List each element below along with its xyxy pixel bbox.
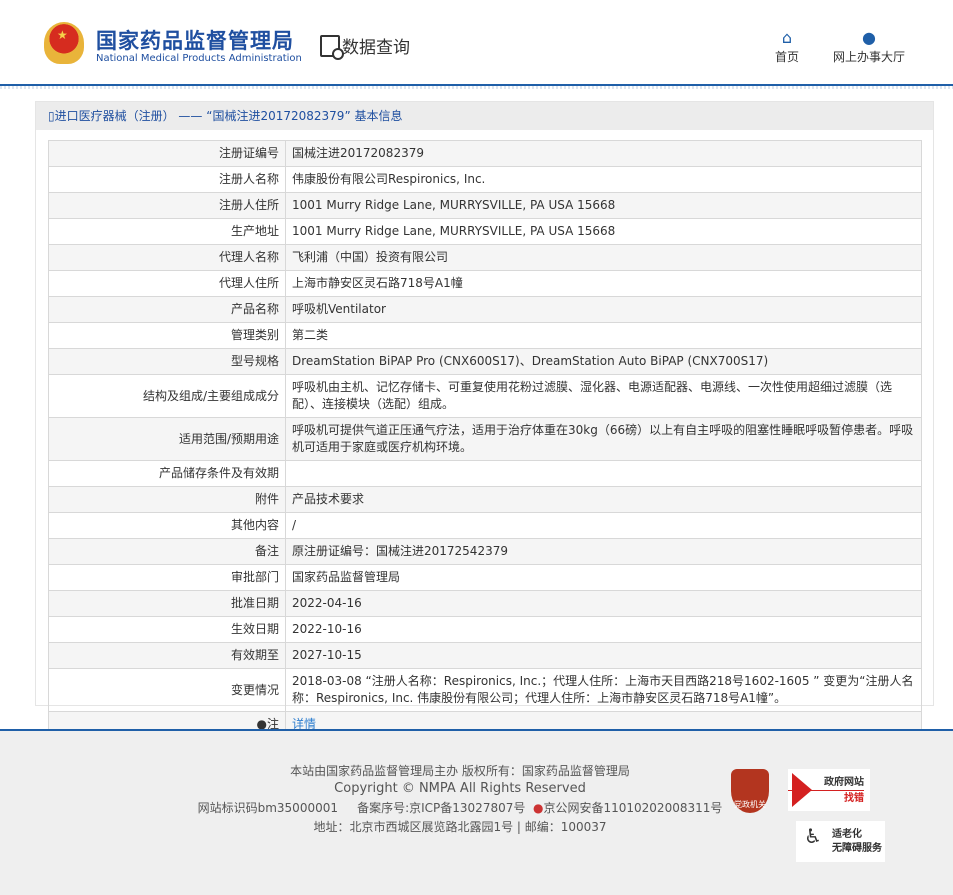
badge-label: 适老化 [832,829,862,840]
table-row: 其他内容 / [48,512,922,539]
user-icon: ● [862,28,876,47]
table-row: 批准日期 2022-04-16 [48,590,922,617]
table-row: 型号规格 DreamStation BiPAP Pro (CNX600S17)、D… [48,348,922,375]
field-value: 国械注进20172082379 [285,140,922,167]
table-row: 备注 原注册证编号：国械注进20172542379 [48,538,922,565]
logo-subtitle: National Medical Products Administration [96,53,302,64]
party-government-badge[interactable]: 党政机关 [731,769,769,813]
field-label: 有效期至 [48,642,286,669]
table-row: 生效日期 2022-10-16 [48,616,922,643]
site-id: 网站标识码bm35000001 [197,801,338,815]
footer-sponsor: 本站由国家药品监督管理局主办 版权所有：国家药品监督管理局 [290,764,630,778]
field-label: 生效日期 [48,616,286,643]
icp-link[interactable]: 备案序号:京ICP备13027807号 [357,801,525,815]
field-value: / [285,512,922,539]
field-value: 产品技术要求 [285,486,922,513]
info-table: 注册证编号 国械注进20172082379 注册人名称 伟康股份有限公司Respiro… [48,140,922,738]
accessibility-badge[interactable]: ♿ 适老化无障碍服务 [796,821,885,862]
field-label: 产品储存条件及有效期 [48,460,286,487]
document-search-icon [320,34,344,60]
field-value: 呼吸机由主机、记忆存储卡、可重复使用花粉过滤膜、湿化器、电源适配器、电源线、一次… [285,374,922,418]
table-row: 有效期至 2027-10-15 [48,642,922,669]
table-row: 代理人住所 上海市静安区灵石路718号A1幢 [48,270,922,297]
table-row: 结构及组成/主要组成成分 呼吸机由主机、记忆存储卡、可重复使用花粉过滤膜、湿化器、… [48,374,922,418]
table-row: 注册证编号 国械注进20172082379 [48,140,922,167]
national-emblem-logo [44,22,84,64]
nav-online-hall[interactable]: ● 网上办事大厅 [833,28,905,65]
field-value: DreamStation BiPAP Pro (CNX600S17)、Dream… [285,348,922,375]
table-row: 生产地址 1001 Murry Ridge Lane, MURRYSVILLE, … [48,218,922,245]
field-value: 飞利浦（中国）投资有限公司 [285,244,922,271]
panel-title: ▯进口医疗器械（注册） —— “国械注进20172082379” 基本信息 [36,102,933,130]
badge-label: 找错 [788,790,864,806]
data-query-title: 数据查询 [320,33,410,60]
nav-home[interactable]: ⌂ 首页 [775,28,799,65]
field-label: 注册人名称 [48,166,286,193]
badge-label: 政府网站 [824,777,864,788]
footer-copyright: Copyright © NMPA All Rights Reserved [334,781,586,796]
field-value: 1001 Murry Ridge Lane, MURRYSVILLE, PA U… [285,192,922,219]
field-label: 备注 [48,538,286,565]
field-label: 代理人名称 [48,244,286,271]
site-header: 国家药品监督管理局 National Medical Products Admi… [0,0,953,89]
table-row: 注册人名称 伟康股份有限公司Respironics, Inc. [48,166,922,193]
field-value: 2022-04-16 [285,590,922,617]
panel-title-text: 进口医疗器械（注册） —— “国械注进20172082379” 基本信息 [54,109,403,123]
police-badge-icon: ● [533,801,544,815]
table-row: 产品名称 呼吸机Ventilator [48,296,922,323]
field-label: 结构及组成/主要组成成分 [48,374,286,418]
table-row: 管理类别 第二类 [48,322,922,349]
field-value: 第二类 [285,322,922,349]
field-label: 代理人住所 [48,270,286,297]
field-value: 呼吸机可提供气道正压通气疗法，适用于治疗体重在30kg（66磅）以上有自主呼吸的… [285,417,922,461]
info-panel: ▯进口医疗器械（注册） —— “国械注进20172082379” 基本信息 注册… [35,101,934,738]
police-link[interactable]: 京公网安备11010202008311号 [543,801,722,815]
gov-site-error-badge[interactable]: 政府网站找错 [788,769,870,811]
section-label: 数据查询 [342,38,410,58]
field-value: 1001 Murry Ridge Lane, MURRYSVILLE, PA U… [285,218,922,245]
field-value: 2022-10-16 [285,616,922,643]
field-value: 国家药品监督管理局 [285,564,922,591]
field-value: 原注册证编号：国械注进20172542379 [285,538,922,565]
field-value [285,460,922,487]
field-label: 生产地址 [48,218,286,245]
wheelchair-icon: ♿ [804,824,822,848]
table-row: 变更情况 2018-03-08 “注册人名称：Respironics, Inc.；… [48,668,922,712]
footer-ids: 网站标识码bm35000001 备案序号:京ICP备13027807号 ●京公网… [0,799,920,816]
nav-label: 首页 [775,50,800,64]
field-label: 其他内容 [48,512,286,539]
badge-label: 无障碍服务 [832,843,882,854]
field-value: 伟康股份有限公司Respironics, Inc. [285,166,922,193]
badge-label: 党政机关 [734,800,766,809]
field-value: 2018-03-08 “注册人名称：Respironics, Inc.；代理人住… [285,668,922,712]
field-value: 呼吸机Ventilator [285,296,922,323]
field-label: 审批部门 [48,564,286,591]
field-value: 上海市静安区灵石路718号A1幢 [285,270,922,297]
field-label: 变更情况 [48,668,286,712]
table-row: 审批部门 国家药品监督管理局 [48,564,922,591]
site-footer: 本站由国家药品监督管理局主办 版权所有：国家药品监督管理局 Copyright … [0,729,953,895]
field-value: 2027-10-15 [285,642,922,669]
table-row: 附件 产品技术要求 [48,486,922,513]
nav-label: 网上办事大厅 [833,50,906,64]
field-label: 注册人住所 [48,192,286,219]
home-icon: ⌂ [781,28,793,47]
field-label: 注册证编号 [48,140,286,167]
field-label: 型号规格 [48,348,286,375]
table-row: 产品储存条件及有效期 [48,460,922,487]
field-label: 适用范围/预期用途 [48,417,286,461]
table-row: 注册人住所 1001 Murry Ridge Lane, MURRYSVILLE,… [48,192,922,219]
logo-title[interactable]: 国家药品监督管理局 [96,25,294,55]
table-row: 代理人名称 飞利浦（中国）投资有限公司 [48,244,922,271]
field-label: 附件 [48,486,286,513]
field-label: 产品名称 [48,296,286,323]
table-row: 适用范围/预期用途 呼吸机可提供气道正压通气疗法，适用于治疗体重在30kg（66磅… [48,417,922,461]
field-label: 管理类别 [48,322,286,349]
field-label: 批准日期 [48,590,286,617]
footer-address: 地址：北京市西城区展览路北露园1号 | 邮编：100037 [313,820,607,834]
